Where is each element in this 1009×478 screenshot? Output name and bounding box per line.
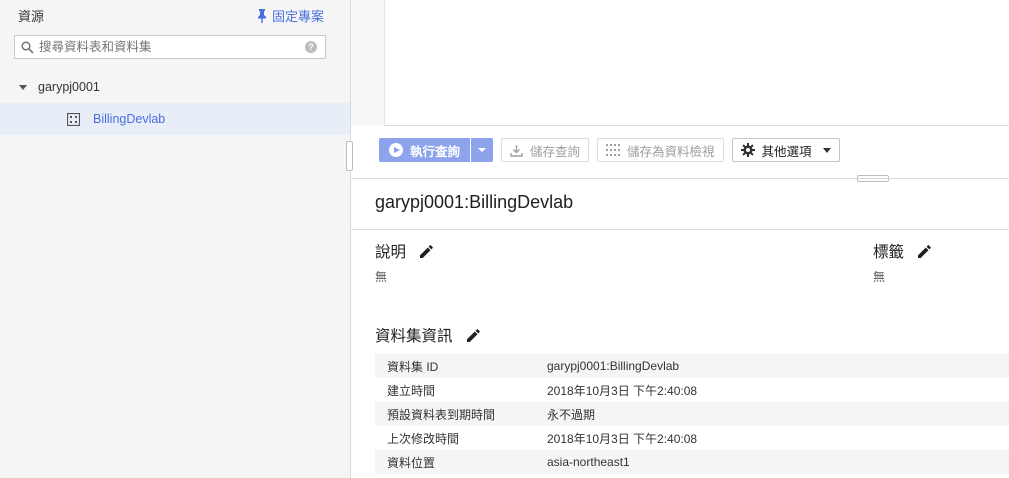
info-value: 2018年10月3日 下午2:40:08 xyxy=(547,431,698,446)
info-value: 2018年10月3日 下午2:40:08 xyxy=(547,383,698,398)
dataset-info-table: 資料集 ID garypj0001:BillingDevlab 建立時間 201… xyxy=(375,354,1009,474)
info-value: asia-northeast1 xyxy=(547,450,1009,474)
labels-heading-row: 標籤 xyxy=(873,240,931,262)
divider xyxy=(351,178,1009,179)
info-key: 資料集 ID xyxy=(375,354,547,378)
run-query-label: 執行查詢 xyxy=(410,144,461,159)
more-options-label: 其他選項 xyxy=(761,144,812,159)
info-value: garypj0001:BillingDevlab xyxy=(547,354,1009,378)
dataset-info-heading: 資料集資訊 xyxy=(375,328,453,345)
table-row: 建立時間 2018年10月3日 下午2:40:08 xyxy=(375,378,1009,402)
dataset-info-heading-row: 資料集資訊 xyxy=(375,324,480,346)
description-value: 無 xyxy=(375,270,388,284)
info-key: 建立時間 xyxy=(387,383,436,398)
pencil-icon[interactable] xyxy=(466,328,480,342)
help-icon[interactable]: ? xyxy=(305,41,317,53)
save-query-button[interactable]: 儲存查詢 xyxy=(501,138,590,162)
search-icon xyxy=(21,41,34,54)
table-row: 資料位置 asia-northeast1 xyxy=(375,450,1009,474)
dataset-label: BillingDevlab xyxy=(93,112,166,126)
save-view-label: 儲存為資料檢視 xyxy=(627,144,715,159)
pencil-icon[interactable] xyxy=(918,244,931,258)
run-query-split-button: 執行查詢 xyxy=(379,138,494,162)
project-label: garypj0001 xyxy=(38,80,100,94)
info-key: 上次修改時間 xyxy=(387,431,460,446)
sidebar-header: 資源 固定專案 xyxy=(18,6,324,24)
description-heading: 說明 xyxy=(375,244,407,261)
info-key: 資料位置 xyxy=(375,450,547,474)
table-row: 上次修改時間 2018年10月3日 下午2:40:08 xyxy=(375,426,1009,450)
gear-icon xyxy=(740,143,755,157)
play-icon xyxy=(389,143,403,157)
info-value: 永不過期 xyxy=(547,402,1009,426)
chevron-down-icon xyxy=(822,147,831,153)
pin-project-button[interactable]: 固定專案 xyxy=(257,6,324,25)
resources-sidebar: 資源 固定專案 ? garypj0001 BillingDevlab xyxy=(0,0,351,478)
table-row: 資料集 ID garypj0001:BillingDevlab xyxy=(375,354,1009,378)
query-toolbar: 執行查詢 儲存查詢 儲存為資料檢視 其他選項 xyxy=(379,138,840,162)
view-grid-icon xyxy=(606,143,621,156)
pin-project-label: 固定專案 xyxy=(271,9,324,24)
save-view-button[interactable]: 儲存為資料檢視 xyxy=(597,138,724,162)
run-query-dropdown[interactable] xyxy=(471,138,494,162)
labels-value: 無 xyxy=(873,270,886,284)
dataset-title: garypj0001:BillingDevlab xyxy=(375,192,574,212)
query-editor[interactable] xyxy=(351,0,1009,126)
save-query-label: 儲存查詢 xyxy=(530,144,581,159)
divider xyxy=(351,229,1009,230)
description-heading-row: 說明 xyxy=(375,240,433,262)
run-query-button[interactable]: 執行查詢 xyxy=(379,138,471,162)
pin-icon xyxy=(257,8,266,23)
labels-heading: 標籤 xyxy=(873,244,905,261)
pencil-icon[interactable] xyxy=(420,244,433,258)
dataset-icon xyxy=(67,112,80,126)
search-input[interactable] xyxy=(39,38,309,56)
sidebar-resize-handle[interactable] xyxy=(346,141,353,171)
tree-item-dataset[interactable]: BillingDevlab xyxy=(0,103,350,135)
more-options-button[interactable]: 其他選項 xyxy=(731,138,840,162)
search-box: ? xyxy=(14,35,326,59)
editor-gutter xyxy=(351,0,385,126)
download-icon xyxy=(510,144,523,157)
table-row: 預設資料表到期時間 永不過期 xyxy=(375,402,1009,426)
caret-down-icon[interactable] xyxy=(19,84,27,90)
sidebar-title: 資源 xyxy=(18,9,45,24)
info-key: 預設資料表到期時間 xyxy=(375,402,547,426)
tree-item-project[interactable]: garypj0001 xyxy=(0,76,350,98)
